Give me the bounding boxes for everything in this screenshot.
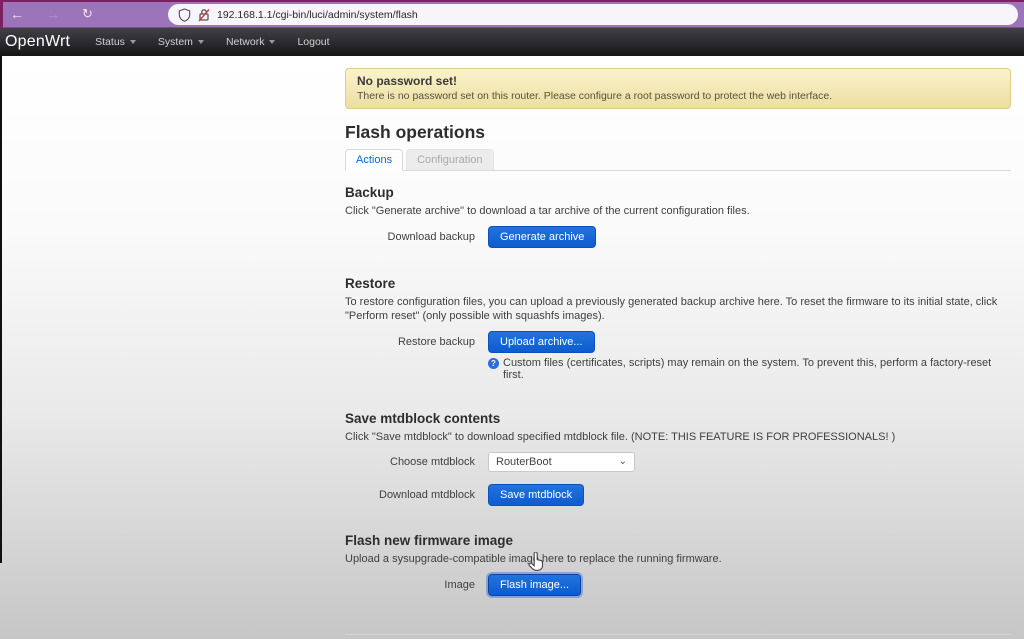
openwrt-navbar: OpenWrt Status System Network Logout — [0, 28, 1024, 56]
page-body: No password set! There is no password se… — [0, 56, 1024, 639]
image-label: Image — [345, 579, 475, 591]
nav-item-system[interactable]: System — [147, 36, 215, 48]
mtdblock-description: Click "Save mtdblock" to download specif… — [345, 430, 1005, 444]
window-top-edge — [0, 0, 1024, 2]
left-edge-strip — [0, 56, 2, 563]
tab-configuration[interactable]: Configuration — [406, 149, 493, 170]
restore-backup-label: Restore backup — [345, 336, 475, 348]
nav-item-label: Network — [226, 36, 265, 48]
flash-description: Upload a sysupgrade-compatible image her… — [345, 552, 1005, 566]
openwrt-brand[interactable]: OpenWrt — [0, 33, 84, 51]
chevron-down-icon — [130, 40, 136, 44]
alert-title: No password set! — [357, 74, 999, 88]
nav-item-label: System — [158, 36, 193, 48]
url-text: 192.168.1.1/cgi-bin/luci/admin/system/fl… — [217, 9, 418, 21]
download-backup-label: Download backup — [345, 231, 475, 243]
mtdblock-select[interactable]: RouterBoot ⌄ — [488, 452, 635, 472]
save-mtdblock-button[interactable]: Save mtdblock — [488, 484, 584, 506]
nav-item-label: Status — [95, 36, 125, 48]
choose-mtdblock-label: Choose mtdblock — [345, 456, 475, 468]
page-footer: Powered by LuCI openwrt-21.02 branch (gi… — [345, 634, 1011, 639]
forward-icon[interactable]: → — [46, 2, 60, 26]
flash-heading: Flash new firmware image — [345, 533, 1011, 548]
window-left-edge — [0, 0, 3, 28]
nav-item-status[interactable]: Status — [84, 36, 147, 48]
browser-toolbar: ← → ↻ 192.168.1.1/cgi-bin/luci/admin/sys… — [0, 0, 1024, 28]
download-mtdblock-label: Download mtdblock — [345, 489, 475, 501]
generate-archive-button[interactable]: Generate archive — [488, 226, 596, 248]
shield-icon[interactable] — [178, 8, 191, 22]
back-icon[interactable]: ← — [10, 2, 24, 26]
chevron-down-icon — [198, 40, 204, 44]
address-bar[interactable]: 192.168.1.1/cgi-bin/luci/admin/system/fl… — [168, 4, 1018, 25]
tab-bar: Actions Configuration — [345, 149, 1011, 171]
backup-heading: Backup — [345, 185, 1011, 200]
alert-message: There is no password set on this router.… — [357, 90, 999, 102]
no-password-alert: No password set! There is no password se… — [345, 68, 1011, 109]
restore-note-text: Custom files (certificates, scripts) may… — [503, 357, 1011, 381]
insecure-lock-icon[interactable] — [198, 8, 210, 22]
chevron-down-icon: ⌄ — [619, 457, 627, 467]
restore-row: Restore backup Upload archive... — [345, 331, 1011, 353]
help-icon: ? — [488, 358, 499, 369]
restore-heading: Restore — [345, 276, 1011, 291]
nav-item-label: Logout — [297, 36, 329, 48]
flash-image-button[interactable]: Flash image... — [488, 574, 581, 596]
flash-image-row: Image Flash image... — [345, 574, 1011, 596]
nav-item-network[interactable]: Network — [215, 36, 287, 48]
download-mtdblock-row: Download mtdblock Save mtdblock — [345, 484, 1011, 506]
mtdblock-heading: Save mtdblock contents — [345, 411, 1011, 426]
page-title: Flash operations — [345, 122, 1011, 143]
restore-note: ? Custom files (certificates, scripts) m… — [488, 357, 1011, 381]
chevron-down-icon — [269, 40, 275, 44]
backup-description: Click "Generate archive" to download a t… — [345, 204, 1005, 218]
backup-row: Download backup Generate archive — [345, 226, 1011, 248]
nav-item-logout[interactable]: Logout — [286, 36, 340, 48]
upload-archive-button[interactable]: Upload archive... — [488, 331, 595, 353]
restore-description: To restore configuration files, you can … — [345, 295, 1005, 323]
tab-actions[interactable]: Actions — [345, 149, 403, 171]
mtdblock-select-value: RouterBoot — [496, 456, 552, 468]
reload-icon[interactable]: ↻ — [82, 2, 93, 26]
choose-mtdblock-row: Choose mtdblock RouterBoot ⌄ — [345, 452, 1011, 472]
